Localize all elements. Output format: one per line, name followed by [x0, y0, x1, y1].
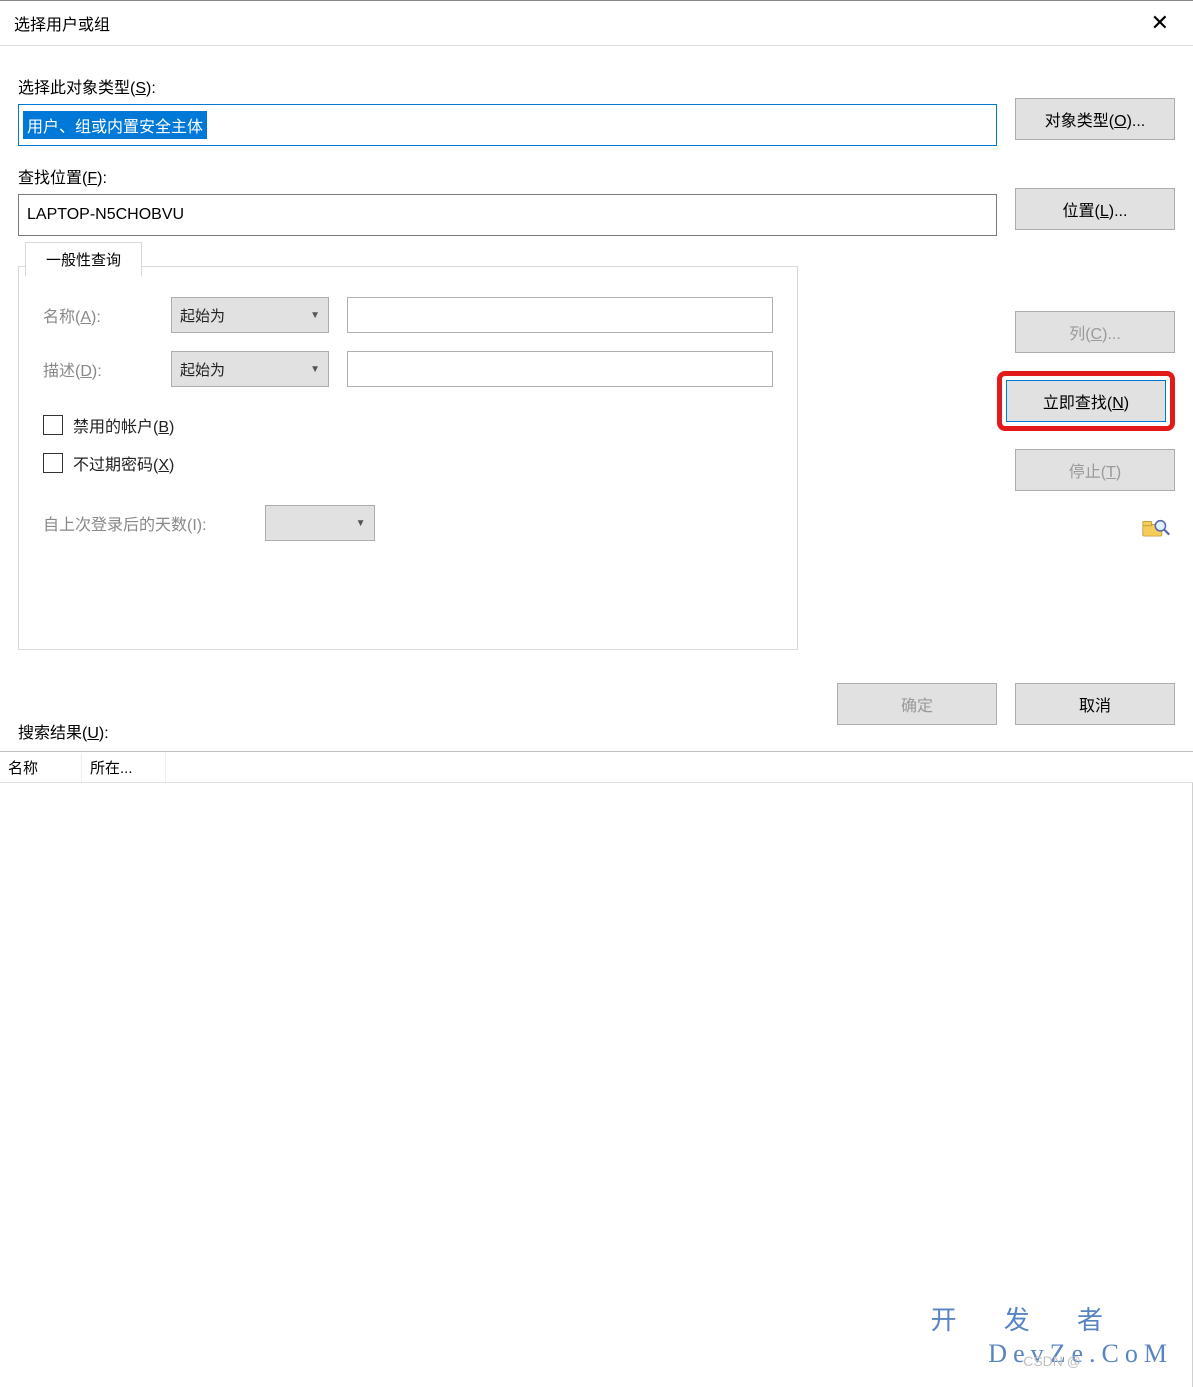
columns-button[interactable]: 列(C)... [1015, 311, 1175, 353]
days-since-login-label: 自上次登录后的天数(I): [43, 511, 207, 535]
desc-input[interactable] [347, 351, 773, 387]
dialog-title: 选择用户或组 [14, 11, 110, 35]
results-grid-header: 名称 所在... [0, 751, 1193, 783]
csdn-watermark: CSDN @ [1023, 1353, 1081, 1369]
footer-buttons: 确定 取消 [837, 683, 1175, 725]
chevron-down-icon: ▼ [356, 518, 366, 529]
object-types-button[interactable]: 对象类型(O)... [1015, 98, 1175, 140]
cancel-button[interactable]: 取消 [1015, 683, 1175, 725]
column-location[interactable]: 所在... [82, 753, 166, 782]
watermark-line1: 开 发 者 [931, 1300, 1123, 1337]
titlebar: 选择用户或组 ✕ [0, 1, 1193, 46]
find-now-button[interactable]: 立即查找(N) [1006, 380, 1166, 422]
results-grid-body[interactable] [0, 783, 1193, 1387]
desc-combo[interactable]: 起始为▼ [171, 351, 329, 387]
object-type-field[interactable]: 用户、组或内置安全主体 [18, 104, 997, 146]
location-field[interactable] [18, 194, 997, 236]
side-buttons: 列(C)... 立即查找(N) 停止(T) [997, 311, 1175, 539]
noexpire-label: 不过期密码(X) [73, 451, 174, 475]
column-name[interactable]: 名称 [0, 753, 82, 782]
object-type-row: 选择此对象类型(S): 用户、组或内置安全主体 对象类型(O)... [18, 74, 1175, 146]
location-label: 查找位置(F): [18, 164, 997, 188]
name-label: 名称(A): [43, 303, 153, 327]
search-folder-icon[interactable] [1141, 517, 1171, 539]
tab-header: 一般性查询 [19, 242, 142, 277]
ok-button[interactable]: 确定 [837, 683, 997, 725]
disabled-accounts-label: 禁用的帐户(B) [73, 413, 174, 437]
search-results-label: 搜索结果(U): [18, 719, 109, 743]
desc-label: 描述(D): [43, 357, 153, 381]
name-combo[interactable]: 起始为▼ [171, 297, 329, 333]
disabled-accounts-checkbox[interactable] [43, 415, 63, 435]
close-icon[interactable]: ✕ [1141, 6, 1179, 40]
object-type-label: 选择此对象类型(S): [18, 74, 997, 98]
name-input[interactable] [347, 297, 773, 333]
locations-button[interactable]: 位置(L)... [1015, 188, 1175, 230]
noexpire-checkbox[interactable] [43, 453, 63, 473]
chevron-down-icon: ▼ [310, 310, 320, 321]
location-row: 查找位置(F): 位置(L)... [18, 164, 1175, 236]
query-frame: 一般性查询 名称(A): 起始为▼ 描述(D): 起始为▼ [18, 266, 798, 650]
days-combo: ▼ [265, 505, 375, 541]
find-now-highlight: 立即查找(N) [997, 371, 1175, 431]
object-type-value: 用户、组或内置安全主体 [23, 111, 207, 139]
tab-general[interactable]: 一般性查询 [25, 242, 142, 277]
chevron-down-icon: ▼ [310, 364, 320, 375]
stop-button[interactable]: 停止(T) [1015, 449, 1175, 491]
